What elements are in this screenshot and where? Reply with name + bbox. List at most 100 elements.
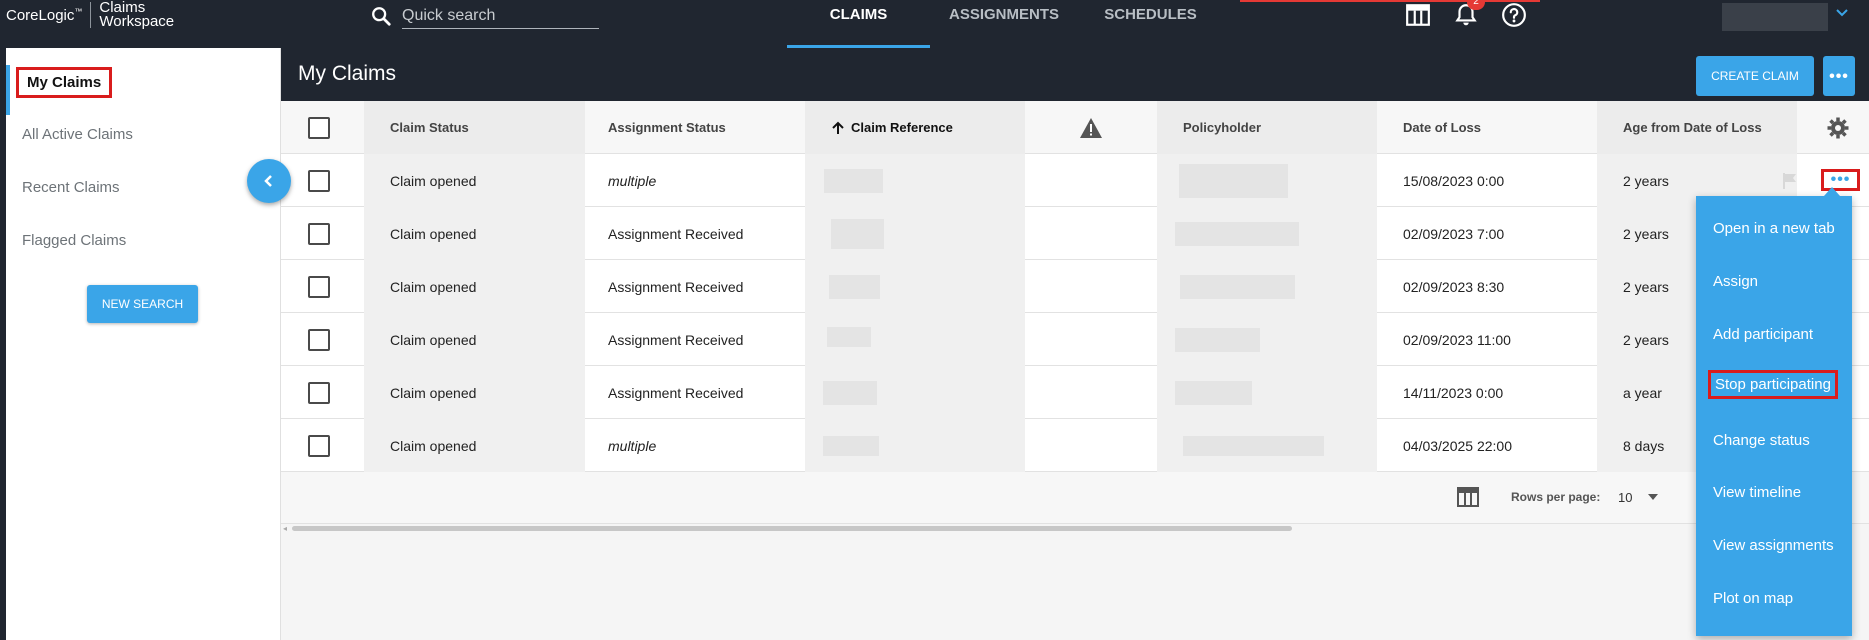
user-menu[interactable] [1722, 3, 1828, 31]
cell-alert [1025, 366, 1157, 419]
header-date-of-loss[interactable]: Date of Loss [1377, 101, 1597, 154]
menu-item-view-assignments[interactable]: View assignments [1713, 537, 1834, 554]
header-assignment-status[interactable]: Assignment Status [585, 101, 805, 154]
cell-alert [1025, 313, 1157, 366]
tab-assignments[interactable]: ASSIGNMENTS [930, 0, 1078, 48]
table-row[interactable]: Claim opened Assignment Received 02/09/2… [281, 260, 1869, 313]
sidebar-item-all-active-claims[interactable]: All Active Claims [22, 126, 133, 143]
redacted-value [1179, 163, 1288, 198]
row-checkbox[interactable] [308, 222, 330, 245]
table-row[interactable]: Claim opened Assignment Received 02/09/2… [281, 313, 1869, 366]
gear-icon [1827, 117, 1849, 138]
menu-item-change-status[interactable]: Change status [1713, 432, 1810, 449]
cell-policyholder [1157, 313, 1377, 366]
cell-assignment-status: Assignment Received [608, 278, 744, 295]
cell-policyholder [1157, 154, 1377, 207]
row-checkbox[interactable] [308, 328, 330, 351]
cell-date-of-loss: 02/09/2023 7:00 [1403, 225, 1505, 242]
sidebar-item-recent-claims[interactable]: Recent Claims [22, 179, 120, 196]
chevron-down-icon[interactable] [1835, 6, 1849, 20]
tab-claims[interactable]: CLAIMS [787, 0, 930, 48]
cell-policyholder [1157, 260, 1377, 313]
quick-search-input[interactable] [402, 3, 599, 29]
menu-item-add-participant[interactable]: Add participant [1713, 326, 1813, 343]
logo-brand: CoreLogic [6, 6, 75, 24]
horizontal-scrollbar[interactable] [292, 526, 1292, 531]
flag-icon [1783, 172, 1796, 189]
row-checkbox[interactable] [308, 275, 330, 298]
cell-claim-reference[interactable] [805, 260, 1025, 313]
header-age[interactable]: Age from Date of Loss [1597, 101, 1797, 154]
rows-per-page-select[interactable]: 10 [1618, 490, 1632, 505]
cell-date-of-loss: 02/09/2023 8:30 [1403, 278, 1505, 295]
redacted-value [824, 168, 883, 193]
cell-claim-status: Claim opened [364, 154, 585, 207]
row-checkbox[interactable] [308, 434, 330, 457]
scroll-left-arrow[interactable]: ◂ [283, 524, 287, 533]
cell-claim-status: Claim opened [364, 313, 585, 366]
sidebar-item-my-claims[interactable]: My Claims [16, 67, 113, 98]
cell-assignment-status: Assignment Received [608, 384, 744, 401]
cell-claim-status: Claim opened [364, 419, 585, 472]
create-claim-button[interactable]: CREATE CLAIM [1696, 56, 1814, 96]
cell-policyholder [1157, 207, 1377, 260]
table-row[interactable]: Claim opened multiple 04/03/2025 22:00 8… [281, 419, 1869, 472]
table-header-row: Claim Status Assignment Status Claim Ref… [281, 101, 1869, 154]
menu-item-view-timeline[interactable]: View timeline [1713, 484, 1801, 501]
sidebar-item-flagged-claims[interactable]: Flagged Claims [22, 232, 126, 249]
row-checkbox[interactable] [308, 169, 330, 192]
logo-trademark: ™ [74, 6, 83, 16]
app-logo[interactable]: CoreLogic ™ Claims Workspace [6, 0, 189, 30]
redacted-value [829, 274, 880, 299]
cell-alert [1025, 154, 1157, 207]
cell-assignment-status: multiple [608, 172, 657, 189]
logo-product: Claims Workspace [99, 0, 175, 30]
cell-claim-reference[interactable] [805, 366, 1025, 419]
notification-count-badge: 2 [1467, 0, 1485, 10]
table-row[interactable]: Claim opened Assignment Received 02/09/2… [281, 207, 1869, 260]
redacted-value [1175, 221, 1299, 246]
cell-claim-status: Claim opened [364, 260, 585, 313]
cell-claim-reference[interactable] [805, 154, 1025, 207]
table-view-icon[interactable] [1457, 486, 1479, 508]
redacted-value [831, 218, 884, 249]
header-claim-reference[interactable]: Claim Reference [805, 101, 1025, 154]
redacted-value [1183, 435, 1324, 456]
main-nav: CLAIMS ASSIGNMENTS SCHEDULES [787, 0, 1223, 48]
menu-item-open-new-tab[interactable]: Open in a new tab [1713, 220, 1835, 237]
table-row[interactable]: Claim opened Assignment Received 14/11/2… [281, 366, 1869, 419]
menu-item-stop-participating[interactable]: Stop participating [1708, 370, 1838, 399]
sidebar: My Claims All Active Claims Recent Claim… [0, 48, 281, 640]
cell-claim-reference[interactable] [805, 207, 1025, 260]
logo-divider [90, 2, 92, 28]
caret-down-icon[interactable] [1648, 494, 1658, 500]
header-more-button[interactable]: ••• [1823, 56, 1855, 96]
help-icon[interactable] [1501, 2, 1527, 28]
cell-date-of-loss: 15/08/2023 0:00 [1403, 172, 1505, 189]
sidebar-edge [0, 48, 6, 640]
header-policyholder[interactable]: Policyholder [1157, 101, 1377, 154]
dashboard-icon[interactable] [1405, 2, 1431, 28]
tab-schedules[interactable]: SCHEDULES [1078, 0, 1223, 48]
more-icon: ••• [1829, 67, 1849, 85]
search-icon[interactable] [370, 5, 392, 27]
row-checkbox[interactable] [308, 381, 330, 404]
sort-ascending-icon [832, 121, 844, 134]
notifications-button[interactable]: 2 [1453, 0, 1485, 28]
redacted-value [823, 435, 879, 456]
new-search-button[interactable]: NEW SEARCH [87, 285, 198, 323]
menu-item-plot-on-map[interactable]: Plot on map [1713, 590, 1793, 607]
quick-search [370, 2, 599, 30]
header-claim-status[interactable]: Claim Status [364, 101, 585, 154]
collapse-sidebar-button[interactable] [247, 159, 291, 203]
select-all-checkbox[interactable] [308, 116, 330, 139]
table-row[interactable]: Claim opened multiple 15/08/2023 0:00 2 … [281, 154, 1869, 207]
cell-claim-reference[interactable] [805, 313, 1025, 366]
table-settings[interactable] [1826, 101, 1856, 154]
menu-item-assign[interactable]: Assign [1713, 273, 1758, 290]
header-alert[interactable] [1025, 101, 1157, 154]
cell-claim-status: Claim opened [364, 207, 585, 260]
cell-claim-reference[interactable] [805, 419, 1025, 472]
redacted-value [1175, 380, 1252, 405]
cell-alert [1025, 419, 1157, 472]
